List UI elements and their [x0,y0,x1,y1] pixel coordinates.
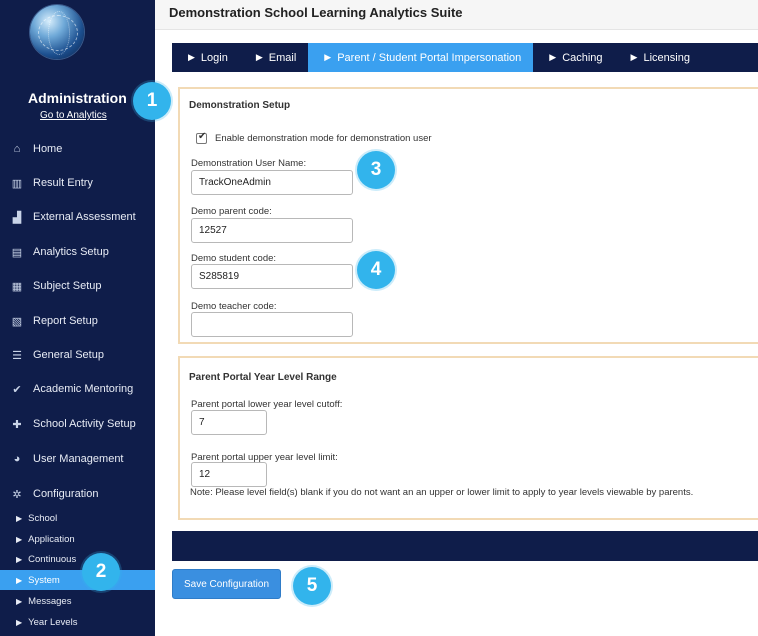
caret-right-icon: ▶ [324,52,332,62]
sidebar-item-analytics-setup[interactable]: ▤ Analytics Setup [8,237,153,267]
sidebar-item-school-activity-setup[interactable]: ✚ School Activity Setup [8,409,153,439]
tab-label: Email [268,51,297,64]
tab-label: Licensing [643,51,690,64]
sub-item-label: Application [28,533,75,545]
check-circle-icon: ✔ [12,383,22,396]
home-icon: ⌂ [13,143,21,155]
sidebar-item-label: Configuration [33,488,99,500]
globe-logo [30,5,84,59]
books-icon: ▦ [11,280,23,293]
demo-teacher-code-input[interactable] [191,312,353,337]
demonstration-setup-panel: Demonstration Setup Enable demonstration… [178,87,758,344]
caret-right-icon: ▶ [16,617,23,627]
panel-title: Parent Portal Year Level Range [189,372,337,383]
sidebar-item-report-setup[interactable]: ▧ Report Setup [8,306,153,336]
caret-right-icon: ▶ [16,596,23,606]
callout-badge-3: 3 [357,151,395,189]
sidebar-item-general-setup[interactable]: ☰ General Setup [8,340,153,370]
puzzle-icon: ✚ [12,418,22,431]
config-sub-item-system[interactable]: ▶ System [0,570,155,590]
sub-item-label: School [28,512,58,524]
caret-right-icon: ▶ [255,52,263,62]
config-sub-item-year-levels[interactable]: ▶ Year Levels [0,612,155,632]
config-sub-item-application[interactable]: ▶ Application [0,529,155,549]
footer-bar [172,531,758,561]
sidebar-item-label: External Assessment [33,211,136,223]
sidebar-item-label: General Setup [33,349,104,361]
sidebar-item-label: Report Setup [33,315,98,327]
caret-right-icon: ▶ [188,52,195,62]
sidebar-item-home[interactable]: ⌂ Home [8,134,153,164]
tab-caching[interactable]: ▶ Caching [533,43,614,72]
config-sub-item-school[interactable]: ▶ School [0,508,155,528]
report-icon: ▧ [11,315,23,328]
sidebar-heading: Administration [28,90,127,106]
tab-bar: ▶ Login ▶ Email ▶ Parent / Student Porta… [172,43,758,72]
top-bar: Demonstration School Learning Analytics … [155,0,758,30]
sidebar-item-user-management[interactable]: ◕ User Management [8,444,153,474]
sub-item-label: System [28,574,60,586]
caret-right-icon: ▶ [16,534,23,544]
callout-badge-4: 4 [357,251,395,289]
sidebar-item-label: User Management [33,453,124,465]
year-level-note: Note: Please level field(s) blank if you… [190,487,694,498]
sidebar: Administration Go to Analytics ⌂ Home ▥ … [0,0,155,636]
lower-cutoff-label: Parent portal lower year level cutoff: [191,399,343,410]
demo-mode-checkbox[interactable] [196,131,207,144]
demo-parent-code-input[interactable] [191,218,353,243]
tab-label: Caching [562,51,603,64]
tab-portal-impersonation[interactable]: ▶ Parent / Student Portal Impersonation [308,43,534,72]
sidebar-item-result-entry[interactable]: ▥ Result Entry [8,168,153,198]
sidebar-item-label: Academic Mentoring [33,383,134,395]
sub-item-label: Year Levels [28,616,78,628]
users-icon: ◕ [13,453,21,465]
caret-right-icon: ▶ [16,575,23,585]
callout-badge-1: 1 [133,82,171,120]
upper-year-level-input[interactable] [191,462,267,487]
sub-item-label: Continuous [28,553,77,565]
sidebar-item-label: Home [33,143,63,155]
sidebar-item-label: Subject Setup [33,280,102,292]
sidebar-item-academic-mentoring[interactable]: ✔ Academic Mentoring [8,374,153,404]
sidebar-item-label: Analytics Setup [33,246,109,258]
lower-year-level-input[interactable] [191,410,267,435]
panel-title: Demonstration Setup [189,100,291,111]
caret-right-icon: ▶ [549,52,557,62]
tab-login[interactable]: ▶ Login [172,43,240,72]
callout-badge-5: 5 [293,567,331,605]
callout-badge-2: 2 [82,553,120,591]
save-configuration-button[interactable]: Save Configuration [172,569,281,599]
demo-mode-checkbox-row[interactable]: Enable demonstration mode for demonstrat… [196,131,432,144]
tab-email[interactable]: ▶ Email [240,43,308,72]
checkbox-label: Enable demonstration mode for demonstrat… [215,133,432,144]
line-chart-icon: ▤ [11,246,23,259]
teacher-code-label: Demo teacher code: [191,301,277,312]
caret-right-icon: ▶ [16,513,23,523]
caret-right-icon: ▶ [630,52,638,62]
sidebar-item-subject-setup[interactable]: ▦ Subject Setup [8,271,153,301]
user-name-label: Demonstration User Name: [191,158,307,169]
book-icon: ▥ [11,177,23,190]
sidebar-item-label: School Activity Setup [33,418,136,430]
tab-licensing[interactable]: ▶ Licensing [615,43,702,72]
tab-label: Parent / Student Portal Impersonation [337,51,522,64]
year-level-range-panel: Parent Portal Year Level Range Parent po… [178,356,758,520]
caret-right-icon: ▶ [16,554,23,564]
tab-label: Login [200,51,228,64]
sidebar-item-external-assessment[interactable]: ▟ External Assessment [8,202,153,232]
student-code-label: Demo student code: [191,253,277,264]
parent-code-label: Demo parent code: [191,206,272,217]
demo-user-name-input[interactable] [191,170,353,195]
page-title: Demonstration School Learning Analytics … [169,5,463,20]
sidebar-item-label: Result Entry [33,177,93,189]
sidebar-item-configuration[interactable]: ✲ Configuration [8,479,153,509]
sub-item-label: Messages [28,595,72,607]
bar-chart-icon: ▟ [12,211,22,224]
config-sub-item-messages[interactable]: ▶ Messages [0,591,155,611]
gear-icon: ✲ [12,488,22,501]
go-to-analytics-link[interactable]: Go to Analytics [40,110,107,121]
demo-student-code-input[interactable] [191,264,353,289]
list-icon: ☰ [12,349,22,362]
config-sub-item-continuous[interactable]: ▶ Continuous [0,549,155,569]
